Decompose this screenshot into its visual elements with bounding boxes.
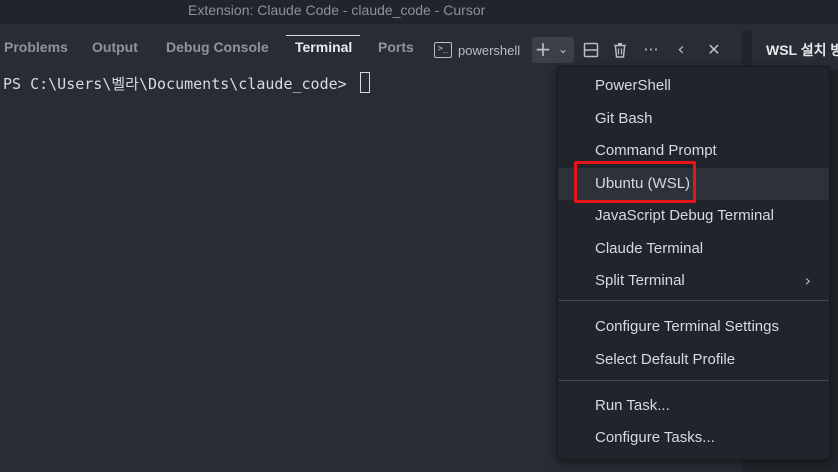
tab-output[interactable]: Output [92, 39, 138, 61]
tab-debug-console[interactable]: Debug Console [166, 39, 269, 61]
terminal-prompt-line[interactable]: PS C:\Users\벨라\Documents\claude_code> [3, 71, 370, 97]
chevron-right-icon: › [804, 271, 811, 290]
editor-tab[interactable]: WSL 설치 방 [752, 30, 838, 70]
menu-item-powershell[interactable]: PowerShell [558, 70, 829, 102]
menu-item-split-terminal[interactable]: Split Terminal › [558, 265, 829, 297]
menu-item-run-task[interactable]: Run Task... [558, 390, 829, 422]
plus-icon[interactable]: + [533, 37, 553, 61]
terminal-cursor [359, 72, 370, 93]
more-icon[interactable]: ··· [641, 38, 661, 62]
terminal-icon: >_ [434, 42, 452, 58]
split-icon[interactable] [581, 38, 601, 62]
title-bar: Extension: Claude Code - claude_code - C… [0, 0, 838, 24]
tab-problems[interactable]: Problems [4, 39, 68, 61]
terminal-prompt: PS C:\Users\벨라\Documents\claude_code> [3, 75, 356, 93]
menu-item-claude-terminal[interactable]: Claude Terminal [558, 233, 829, 265]
menu-item-javascript-debug-terminal[interactable]: JavaScript Debug Terminal [558, 200, 829, 232]
tab-ports[interactable]: Ports [378, 39, 414, 61]
cursor-window: Extension: Claude Code - claude_code - C… [0, 0, 838, 472]
terminal-profile-selector[interactable]: >_ powershell [434, 38, 520, 62]
trash-icon[interactable] [610, 38, 630, 62]
tab-terminal[interactable]: Terminal [295, 39, 352, 61]
chevron-down-icon[interactable]: ⌄ [554, 37, 572, 61]
new-terminal-dropdown-menu: PowerShell Git Bash Command Prompt Ubunt… [557, 66, 830, 460]
window-title: Extension: Claude Code - claude_code - C… [188, 2, 486, 18]
close-icon[interactable]: ✕ [704, 38, 724, 62]
panel-tab-bar: Problems Output Debug Console Terminal P… [0, 28, 742, 70]
menu-item-select-default-profile[interactable]: Select Default Profile [558, 344, 829, 376]
active-tab-underline [286, 35, 360, 36]
menu-separator [558, 380, 829, 381]
menu-item-split-terminal-label: Split Terminal [595, 272, 685, 289]
menu-separator [558, 300, 829, 301]
chevron-left-icon[interactable]: ‹ [672, 38, 690, 62]
menu-item-git-bash[interactable]: Git Bash [558, 103, 829, 135]
profile-label: powershell [458, 42, 521, 58]
highlight-annotation [574, 161, 696, 203]
menu-item-configure-terminal-settings[interactable]: Configure Terminal Settings [558, 311, 829, 343]
editor-content-fragment [830, 74, 838, 472]
menu-item-configure-tasks[interactable]: Configure Tasks... [558, 422, 829, 454]
